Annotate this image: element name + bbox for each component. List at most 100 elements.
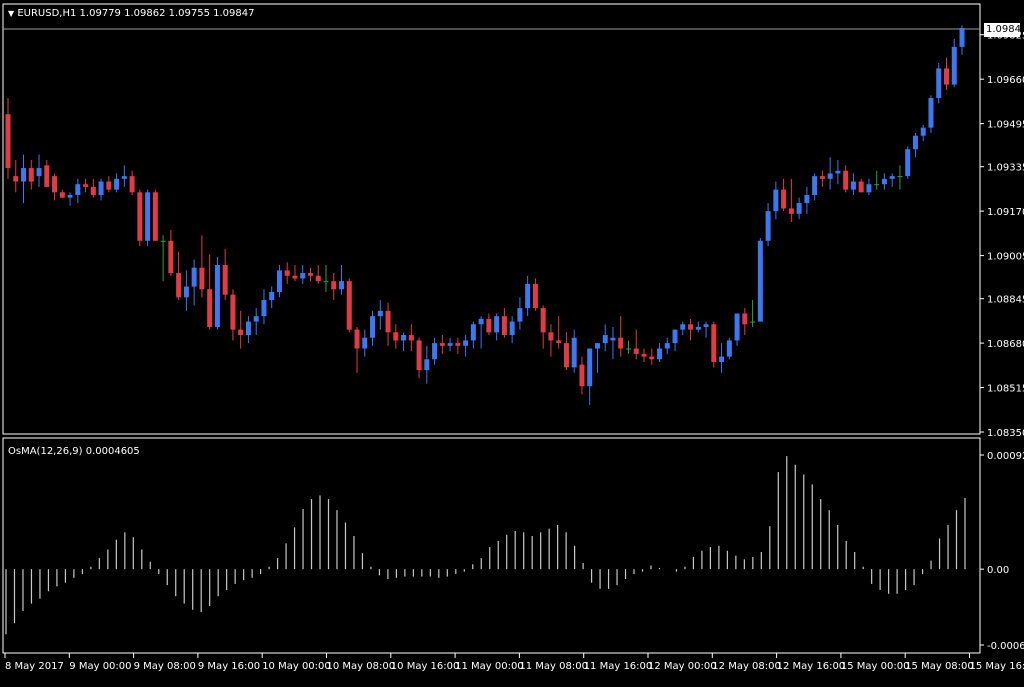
candle-body bbox=[440, 343, 445, 346]
osc-panel-border bbox=[3, 438, 980, 653]
candle-body bbox=[99, 182, 104, 195]
candle-body bbox=[106, 182, 111, 190]
candle-body bbox=[130, 176, 135, 192]
time-tick-label: 10 May 16:00 bbox=[391, 661, 460, 672]
candle-body bbox=[665, 343, 670, 348]
candle-body bbox=[928, 98, 933, 128]
price-tick-label: 1.09005 bbox=[987, 252, 1024, 263]
candle-body bbox=[905, 149, 910, 176]
candle-body bbox=[510, 322, 515, 335]
ohlc-values: 1.09779 1.09862 1.09755 1.09847 bbox=[80, 8, 255, 19]
candle-body bbox=[742, 313, 747, 324]
osc-tick-label: 0.00 bbox=[987, 565, 1009, 576]
candle-body bbox=[13, 176, 18, 181]
candle-body bbox=[137, 192, 142, 240]
candle-body bbox=[347, 281, 352, 329]
candle-body bbox=[610, 338, 615, 341]
candle-body bbox=[316, 276, 321, 281]
candle-body bbox=[859, 182, 864, 193]
candle-body bbox=[114, 179, 119, 190]
price-tick-label: 1.08515 bbox=[987, 384, 1024, 395]
candle-body bbox=[300, 273, 305, 278]
candle-body bbox=[828, 173, 833, 178]
candle-body bbox=[448, 343, 453, 346]
candle-body bbox=[261, 300, 266, 316]
chart-canvas[interactable]: 1.098251.096601.094951.093351.091701.090… bbox=[0, 0, 1024, 683]
candle-body bbox=[960, 28, 965, 47]
candle-body bbox=[944, 68, 949, 84]
candle-body bbox=[595, 343, 600, 348]
symbol-header[interactable]: ▼ EURUSD,H1 1.09779 1.09862 1.09755 1.09… bbox=[8, 8, 255, 20]
time-tick-label: 8 May 2017 bbox=[5, 661, 64, 672]
candle-body bbox=[564, 343, 569, 367]
candle-body bbox=[184, 287, 189, 298]
candle-body bbox=[572, 338, 577, 368]
candle-body bbox=[766, 211, 771, 241]
candle-body bbox=[479, 319, 484, 324]
candle-body bbox=[370, 316, 375, 338]
chart-window[interactable]: 1.098251.096601.094951.093351.091701.090… bbox=[0, 0, 1024, 683]
candle-body bbox=[548, 332, 553, 340]
candle-body bbox=[890, 176, 895, 179]
candle-body bbox=[812, 176, 817, 195]
candle-body bbox=[254, 316, 259, 321]
candle-body bbox=[417, 340, 422, 370]
osc-tick-label: 0.000929 bbox=[987, 451, 1024, 462]
candle-body bbox=[517, 308, 522, 321]
triangle-down-icon[interactable]: ▼ bbox=[8, 9, 14, 18]
osc-tick-label: -0.000617 bbox=[987, 641, 1024, 652]
candle-body bbox=[882, 179, 887, 184]
candle-body bbox=[502, 316, 507, 335]
candle-body bbox=[176, 273, 181, 297]
candle-body bbox=[37, 168, 42, 176]
candle-body bbox=[634, 349, 639, 354]
candle-body bbox=[533, 284, 538, 308]
time-tick-label: 12 May 16:00 bbox=[777, 661, 846, 672]
time-tick-label: 11 May 08:00 bbox=[519, 661, 588, 672]
time-tick-label: 10 May 00:00 bbox=[262, 661, 331, 672]
candle-body bbox=[657, 349, 662, 360]
candle-body bbox=[541, 308, 546, 332]
candle-body bbox=[168, 241, 173, 273]
candle-body bbox=[215, 265, 220, 327]
candle-body bbox=[673, 330, 678, 343]
candle-body bbox=[207, 289, 212, 327]
candle-body bbox=[688, 324, 693, 329]
candle-body bbox=[913, 136, 918, 149]
candle-body bbox=[199, 268, 204, 290]
candle-body bbox=[432, 343, 437, 359]
candle-body bbox=[192, 268, 197, 287]
candle-body bbox=[696, 327, 701, 330]
candle-body bbox=[525, 284, 530, 308]
candle-body bbox=[587, 349, 592, 387]
candle-body bbox=[145, 192, 150, 240]
price-tick-label: 1.09660 bbox=[987, 75, 1024, 86]
candle-body bbox=[750, 322, 755, 323]
candle-body bbox=[952, 47, 957, 85]
candle-body bbox=[773, 190, 778, 212]
candle-body bbox=[161, 241, 166, 242]
candle-body bbox=[486, 319, 491, 332]
candle-body bbox=[680, 324, 685, 329]
candle-body bbox=[820, 176, 825, 179]
candle-body bbox=[52, 176, 57, 192]
oscillator-header: OsMA(12,26,9) 0.0004605 bbox=[8, 446, 140, 458]
candle-body bbox=[246, 322, 251, 335]
price-candles[interactable] bbox=[6, 25, 965, 405]
time-tick-label: 12 May 00:00 bbox=[648, 661, 717, 672]
time-tick-label: 9 May 16:00 bbox=[198, 661, 260, 672]
time-tick-label: 12 May 08:00 bbox=[712, 661, 781, 672]
candle-body bbox=[758, 241, 763, 322]
candle-body bbox=[649, 357, 654, 360]
candle-body bbox=[44, 165, 49, 187]
candle-body bbox=[843, 171, 848, 190]
candle-body bbox=[618, 338, 623, 349]
candle-body bbox=[362, 338, 367, 349]
price-tick-label: 1.08680 bbox=[987, 339, 1024, 350]
chart-frame bbox=[3, 4, 980, 653]
candle-body bbox=[711, 324, 716, 362]
candle-body bbox=[494, 316, 499, 332]
candle-body bbox=[471, 324, 476, 340]
osma-histogram[interactable] bbox=[6, 456, 965, 634]
candle-body bbox=[897, 176, 902, 177]
